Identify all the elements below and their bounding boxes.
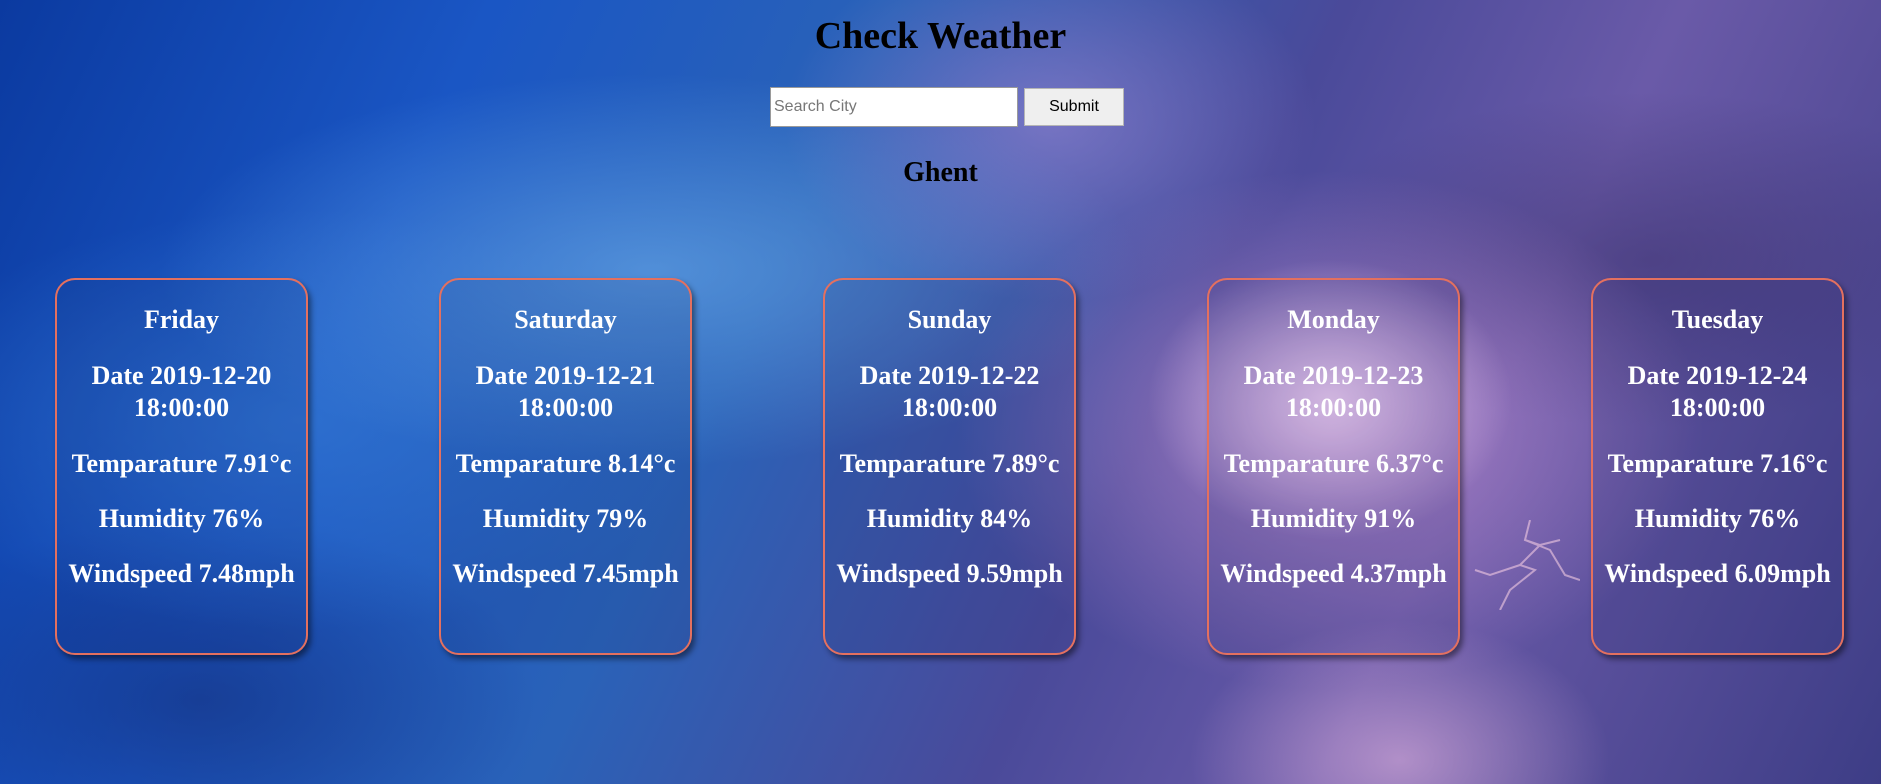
forecast-date: Date 2019-12-21 18:00:00: [475, 361, 656, 422]
forecast-windspeed: Windspeed 7.45mph: [452, 559, 679, 588]
forecast-day: Sunday: [907, 305, 992, 334]
submit-button[interactable]: Submit: [1024, 88, 1124, 126]
search-form: Submit: [770, 87, 1124, 127]
forecast-windspeed: Windspeed 4.37mph: [1220, 559, 1447, 588]
forecast-card-tuesday: Tuesday Date 2019-12-24 18:00:00 Tempara…: [1591, 278, 1844, 655]
forecast-card-saturday: Saturday Date 2019-12-21 18:00:00 Tempar…: [439, 278, 692, 655]
forecast-temperature: Temparature 8.14°c: [455, 449, 676, 478]
forecast-date: Date 2019-12-22 18:00:00: [859, 361, 1040, 422]
forecast-temperature: Temparature 7.89°c: [839, 449, 1060, 478]
forecast-temperature: Temparature 7.16°c: [1607, 449, 1828, 478]
page-title: Check Weather: [814, 15, 1067, 57]
forecast-windspeed: Windspeed 9.59mph: [836, 559, 1063, 588]
forecast-windspeed: Windspeed 7.48mph: [68, 559, 295, 588]
search-city-input[interactable]: [770, 87, 1018, 127]
forecast-card-sunday: Sunday Date 2019-12-22 18:00:00 Temparat…: [823, 278, 1076, 655]
lightning-bolt-decoration: [1474, 520, 1580, 610]
forecast-card-friday: Friday Date 2019-12-20 18:00:00 Temparat…: [55, 278, 308, 655]
forecast-temperature: Temparature 7.91°c: [71, 449, 292, 478]
forecast-date: Date 2019-12-20 18:00:00: [91, 361, 272, 422]
forecast-humidity: Humidity 76%: [1634, 504, 1801, 533]
forecast-date: Date 2019-12-24 18:00:00: [1627, 361, 1808, 422]
forecast-humidity: Humidity 91%: [1250, 504, 1417, 533]
forecast-card-monday: Monday Date 2019-12-23 18:00:00 Temparat…: [1207, 278, 1460, 655]
forecast-day: Monday: [1287, 305, 1380, 334]
forecast-day: Saturday: [514, 305, 617, 334]
forecast-day: Tuesday: [1671, 305, 1764, 334]
forecast-humidity: Humidity 76%: [98, 504, 265, 533]
forecast-humidity: Humidity 79%: [482, 504, 649, 533]
forecast-temperature: Temparature 6.37°c: [1223, 449, 1444, 478]
forecast-windspeed: Windspeed 6.09mph: [1604, 559, 1831, 588]
forecast-humidity: Humidity 84%: [866, 504, 1033, 533]
city-name: Ghent: [903, 157, 978, 188]
forecast-date: Date 2019-12-23 18:00:00: [1243, 361, 1424, 422]
page-header: Check Weather: [0, 12, 1881, 60]
forecast-day: Friday: [143, 305, 220, 334]
